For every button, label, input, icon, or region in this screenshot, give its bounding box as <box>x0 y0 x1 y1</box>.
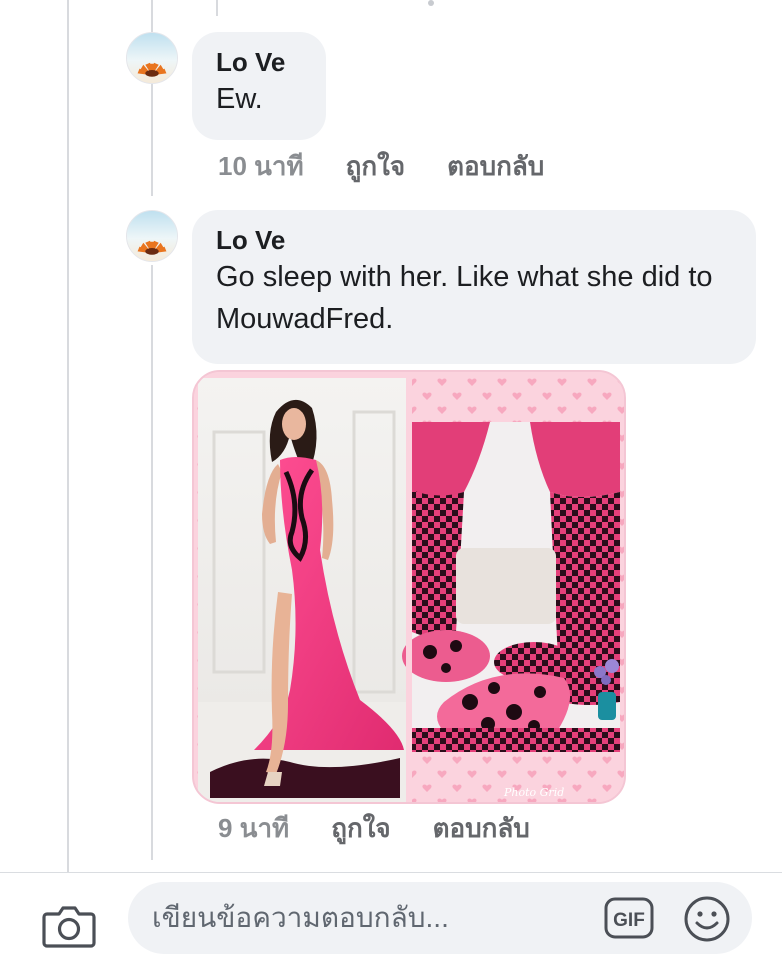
comment-bubble[interactable]: Lo Ve Ew. <box>192 32 326 140</box>
comment-actions: 9 นาที ถูกใจ ตอบกลับ <box>218 812 530 844</box>
comment-bubble[interactable]: Lo Ve Go sleep with her. Like what she d… <box>192 210 756 364</box>
top-edge-mark <box>428 0 434 6</box>
photo-watermark: Photo Grid <box>503 786 564 799</box>
reply-link[interactable]: ตอบกลับ <box>433 812 530 844</box>
comment-author[interactable]: Lo Ve <box>216 224 732 256</box>
gif-label: GIF <box>613 910 645 931</box>
sunflower-avatar-icon <box>127 211 177 261</box>
comment-timestamp[interactable]: 9 นาที <box>218 812 289 844</box>
gif-button[interactable]: GIF <box>604 896 654 940</box>
inner-thread-line-lower <box>151 265 153 860</box>
reply-input-placeholder: เขียนข้อความตอบกลับ... <box>152 902 449 933</box>
like-link[interactable]: ถูกใจ <box>331 812 390 844</box>
camera-icon <box>42 906 96 948</box>
outer-thread-line <box>67 0 69 872</box>
sunflower-avatar-icon <box>127 33 177 83</box>
comment-image-attachment[interactable]: Photo Grid <box>192 370 626 804</box>
gif-icon: GIF <box>604 897 654 939</box>
camera-button[interactable] <box>40 900 98 952</box>
photo-collage-image: Photo Grid <box>194 372 624 802</box>
avatar[interactable] <box>126 210 178 262</box>
reply-input[interactable]: เขียนข้อความตอบกลับ... GIF <box>128 882 752 954</box>
inner-thread-line <box>151 0 153 196</box>
comment-timestamp[interactable]: 10 นาที <box>218 150 304 182</box>
gown-photo <box>198 378 406 802</box>
canopy-bed-photo <box>402 422 620 752</box>
reply-link[interactable]: ตอบกลับ <box>447 150 544 182</box>
comment-text: Ew. <box>216 83 263 115</box>
comment-author[interactable]: Lo Ve <box>216 46 302 78</box>
comment-text: Go sleep with her. Like what she did to … <box>216 261 713 335</box>
emoji-icon <box>684 896 730 942</box>
like-link[interactable]: ถูกใจ <box>346 150 405 182</box>
comment-actions: 10 นาที ถูกใจ ตอบกลับ <box>218 150 544 182</box>
avatar[interactable] <box>126 32 178 84</box>
emoji-button[interactable] <box>682 894 732 944</box>
top-edge-mark <box>216 0 218 16</box>
